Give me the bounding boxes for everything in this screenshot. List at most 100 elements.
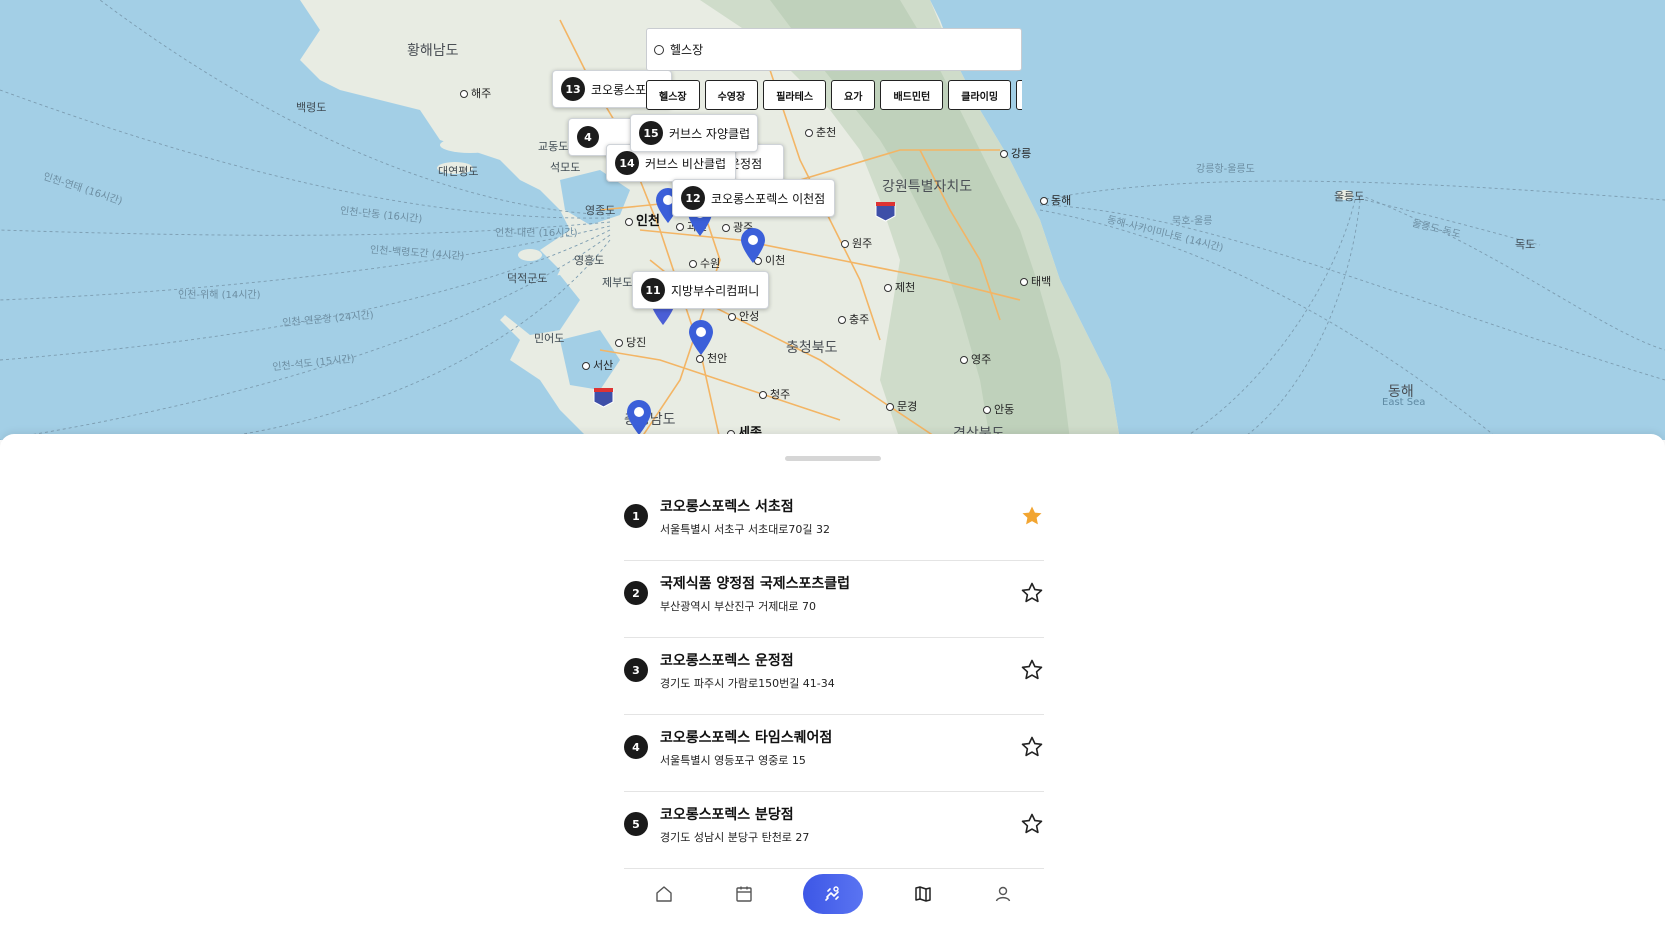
category-chip[interactable]: 필라테스 <box>763 80 827 110</box>
city-label: 영주 <box>960 351 991 367</box>
favorite-star-icon[interactable] <box>1020 504 1044 528</box>
results-sheet: 1 코오롱스포렉스 서초점 서울특별시 서초구 서초대로70길 32 2 국제식… <box>0 434 1665 927</box>
island-label: 독도 <box>1515 238 1536 251</box>
ferry-route-label: 묵호-울릉 <box>1172 216 1213 227</box>
callout-number: 11 <box>641 278 665 302</box>
search-icon <box>654 44 664 55</box>
city-label: 서산 <box>582 357 613 373</box>
island-label: 백령도 <box>296 101 327 114</box>
city-label: 당진 <box>615 334 646 350</box>
list-item[interactable]: 1 코오롱스포렉스 서초점 서울특별시 서초구 서초대로70길 32 <box>624 484 1044 561</box>
list-item[interactable]: 2 국제식품 양정점 국제스포츠클럽 부산광역시 부산진구 거제대로 70 <box>624 561 1044 638</box>
app-root: 황해남도 강원특별자치도 충청북도 충청남도 경상북도 동해 East Sea … <box>0 0 1665 927</box>
ferry-route-label: 인천-대련 (16시간) <box>495 228 578 239</box>
list-item[interactable]: 4 코오롱스포렉스 타임스퀘어점 서울특별시 영등포구 영중로 15 <box>624 715 1044 792</box>
island-label: 덕적군도 <box>507 272 548 285</box>
sea-label: East Sea <box>1382 397 1426 408</box>
category-chip[interactable]: 요가 <box>831 80 876 110</box>
bottom-nav <box>0 874 1665 927</box>
place-name: 국제식품 양정점 국제스포츠클럽 <box>660 576 851 592</box>
favorite-star-icon[interactable] <box>1020 812 1044 836</box>
city-label: 문경 <box>886 398 917 414</box>
favorite-star-icon[interactable] <box>1020 581 1044 605</box>
callout-name: 지방부수리컴퍼니 <box>671 283 760 298</box>
favorite-star-icon[interactable] <box>1020 735 1044 759</box>
map-pin[interactable] <box>626 400 652 436</box>
island-label: 대연평도 <box>438 165 479 178</box>
category-chip[interactable]: 클라이밍 <box>948 80 1012 110</box>
category-chip-more[interactable] <box>1016 80 1022 110</box>
callout-number: 12 <box>681 186 705 210</box>
city-label: 청주 <box>759 386 790 402</box>
home-icon <box>656 886 672 902</box>
place-address: 경기도 성남시 분당구 탄천로 27 <box>660 831 810 844</box>
city-label: 원주 <box>841 235 872 251</box>
city-label: 안성 <box>728 308 759 324</box>
city-label: 제천 <box>884 279 915 295</box>
map-callout[interactable]: 15 커브스 자양클럽 <box>630 114 758 152</box>
nav-map[interactable] <box>903 874 943 914</box>
city-label: 충주 <box>838 311 869 327</box>
place-address: 서울특별시 영등포구 영중로 15 <box>660 754 806 767</box>
map-pin[interactable] <box>688 320 714 356</box>
city-label: 안동 <box>983 401 1014 417</box>
map-view[interactable]: 황해남도 강원특별자치도 충청북도 충청남도 경상북도 동해 East Sea … <box>0 0 1665 440</box>
sheet-handle[interactable] <box>785 456 881 461</box>
island-label: 민어도 <box>534 332 565 345</box>
city-label: 태백 <box>1020 273 1051 289</box>
city-label: 동해 <box>1040 192 1071 208</box>
island-label: 제부도 <box>602 276 633 289</box>
nav-profile[interactable] <box>983 874 1023 914</box>
map-pin[interactable] <box>740 228 766 264</box>
list-item[interactable]: 5 코오롱스포렉스 분당점 경기도 성남시 분당구 탄천로 27 <box>624 792 1044 869</box>
callout-number: 15 <box>639 121 663 145</box>
callout-number: 13 <box>561 77 585 101</box>
category-chip[interactable]: 배드민턴 <box>880 80 944 110</box>
map-callout[interactable]: 11 지방부수리컴퍼니 <box>632 271 769 309</box>
list-item[interactable]: 3 코오롱스포렉스 운정점 경기도 파주시 가람로150번길 41-34 <box>624 638 1044 715</box>
island-label: 영흥도 <box>574 254 605 267</box>
place-list: 1 코오롱스포렉스 서초점 서울특별시 서초구 서초대로70길 32 2 국제식… <box>624 484 1044 869</box>
city-label: 수원 <box>689 255 720 271</box>
city-label: 춘천 <box>805 124 836 140</box>
place-name: 코오롱스포렉스 서초점 <box>660 499 794 515</box>
callout-name: 커브스 비산클럽 <box>645 156 727 171</box>
place-name: 코오롱스포렉스 타임스퀘어점 <box>660 730 833 746</box>
place-address: 부산광역시 부산진구 거제대로 70 <box>660 600 817 613</box>
nav-calendar[interactable] <box>724 874 764 914</box>
search-query: 헬스장 <box>670 43 704 57</box>
item-number: 1 <box>624 504 648 528</box>
region-label: 강원특별자치도 <box>882 179 973 195</box>
category-chip[interactable]: 헬스장 <box>646 80 700 110</box>
place-name: 코오롱스포렉스 분당점 <box>660 807 794 823</box>
fitness-icon <box>825 886 839 901</box>
ferry-route-label: 강릉항-울릉도 <box>1196 164 1255 175</box>
island-label: 울릉도 <box>1334 190 1365 203</box>
island-label: 영종도 <box>585 204 616 217</box>
map-icon <box>915 886 931 902</box>
favorite-star-icon[interactable] <box>1020 658 1044 682</box>
island-label: 석모도 <box>550 161 581 174</box>
ferry-route-label: 인천-위해 (14시간) <box>178 290 261 301</box>
callout-name: 코오롱스포 <box>591 82 647 97</box>
calendar-icon <box>736 886 752 902</box>
nav-home[interactable] <box>644 874 684 914</box>
callout-number: 4 <box>577 126 599 148</box>
callout-number: 14 <box>615 151 639 175</box>
category-chips: 헬스장 수영장 필라테스 요가 배드민턴 클라이밍 <box>646 80 1022 110</box>
callout-name: 코오롱스포렉스 이천점 <box>711 191 826 206</box>
place-name: 코오롱스포렉스 운정점 <box>660 653 794 669</box>
city-label: 강릉 <box>1000 145 1031 161</box>
item-number: 4 <box>624 735 648 759</box>
region-label: 충청북도 <box>786 340 838 356</box>
callout-name: 커브스 자양클럽 <box>669 126 751 141</box>
item-number: 3 <box>624 658 648 682</box>
search-input[interactable]: 헬스장 <box>646 28 1022 71</box>
map-callout[interactable]: 12 코오롱스포렉스 이천점 <box>672 179 835 217</box>
item-number: 2 <box>624 581 648 605</box>
category-chip[interactable]: 수영장 <box>704 80 759 110</box>
nav-fitness[interactable] <box>803 874 863 914</box>
profile-icon <box>995 886 1011 902</box>
item-number: 5 <box>624 812 648 836</box>
island-label: 교동도 <box>538 140 569 153</box>
